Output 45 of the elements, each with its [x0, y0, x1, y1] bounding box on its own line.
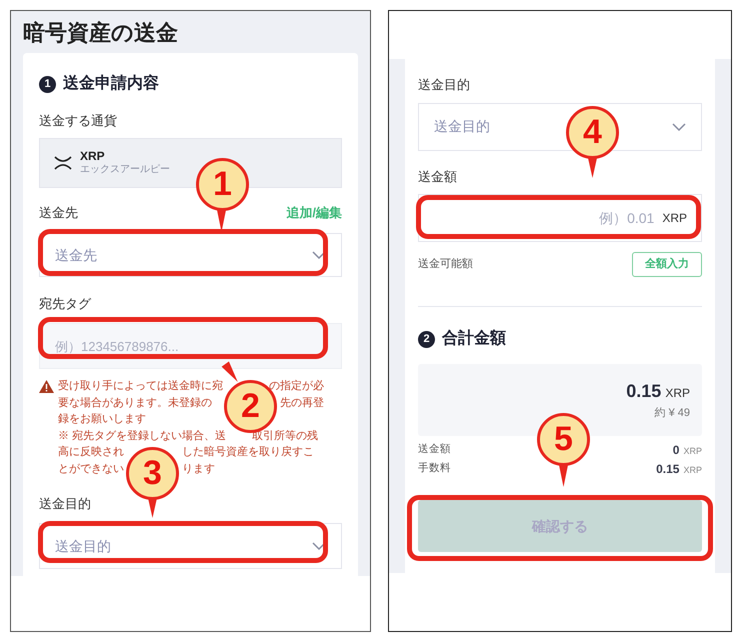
chevron-down-icon [312, 251, 326, 259]
breakdown-value: 0.15 [656, 460, 680, 478]
pointer-icon [217, 210, 226, 232]
warning-text: 要な場合があります。未登録の [58, 396, 212, 410]
field-label: 送金目的 [39, 496, 91, 512]
unit-label: XRP [683, 464, 702, 476]
unit-label: XRP [683, 444, 702, 458]
breakdown-value: 0 [672, 442, 680, 458]
placeholder-text: 例）0.01 [599, 208, 654, 228]
field-label: 送金先 [39, 205, 78, 221]
approx-value: 約 ¥ 49 [654, 406, 690, 422]
pointer-icon [588, 158, 597, 178]
step-number: 1 [39, 76, 56, 92]
warning-text: 高に反映され [58, 444, 124, 460]
add-edit-link[interactable]: 追加/編集 [286, 205, 342, 221]
x-logo-icon [54, 156, 72, 170]
step-number: 2 [418, 330, 435, 348]
field-label: 宛先タグ [39, 296, 91, 312]
amount-field[interactable]: 例）0.01 XRP [418, 194, 702, 242]
section-title: 合計金額 [442, 328, 506, 349]
currency-name: エックスアールピー [80, 164, 170, 177]
warning-text: 先の再登 [280, 396, 324, 410]
chevron-down-icon [312, 542, 326, 550]
chevron-down-icon [672, 122, 686, 130]
breakdown-label: 手数料 [418, 460, 451, 476]
breakdown-label: 送金額 [418, 442, 451, 457]
total-amount: 0.15 [626, 380, 662, 404]
warning-text: ※ 宛先タグを登録しない場合、送 [58, 428, 226, 444]
warning-text: 録をお願いします [58, 412, 146, 427]
warning-icon [39, 380, 54, 393]
field-label: 送金可能額 [418, 256, 473, 272]
warning-text: した暗号資産を取り戻すこ [182, 444, 314, 460]
section-title: 送金申請内容 [63, 73, 159, 94]
warning-text: とができない [58, 462, 124, 476]
warning-text: 受け取り手によっては送金時に宛 [58, 378, 223, 394]
field-label: 送金する通貨 [39, 113, 117, 129]
pointer-icon [559, 465, 568, 487]
unit-label: XRP [662, 210, 687, 227]
field-label: 送金目的 [418, 76, 470, 94]
currency-symbol: XRP [80, 149, 106, 164]
warning-text: ります [182, 462, 215, 476]
unit-label: XRP [665, 385, 690, 402]
fill-all-button[interactable]: 全額入力 [632, 252, 702, 277]
field-label: 送金額 [418, 168, 457, 186]
page-title: 暗号資産の送金 [23, 18, 178, 46]
